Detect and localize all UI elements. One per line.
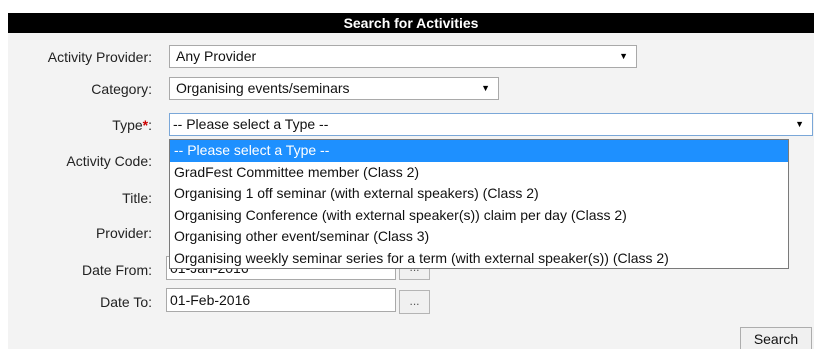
type-label: Type*: bbox=[112, 116, 152, 134]
type-option[interactable]: Organising other event/seminar (Class 3) bbox=[170, 226, 788, 248]
type-dropdown-list[interactable]: -- Please select a Type -- GradFest Comm… bbox=[169, 139, 789, 269]
type-option[interactable]: GradFest Committee member (Class 2) bbox=[170, 162, 788, 184]
activity-code-label: Activity Code: bbox=[66, 153, 152, 169]
search-button[interactable]: Search bbox=[740, 327, 812, 349]
type-option[interactable]: Organising weekly seminar series for a t… bbox=[170, 248, 788, 270]
type-option[interactable]: -- Please select a Type -- bbox=[170, 140, 788, 162]
type-option[interactable]: Organising 1 off seminar (with external … bbox=[170, 183, 788, 205]
type-option[interactable]: Organising Conference (with external spe… bbox=[170, 205, 788, 227]
type-value: -- Please select a Type -- bbox=[173, 116, 329, 132]
activity-provider-select[interactable]: Any Provider ▼ bbox=[169, 45, 637, 68]
category-select[interactable]: Organising events/seminars ▼ bbox=[169, 77, 499, 100]
date-to-label: Date To: bbox=[100, 294, 152, 310]
category-value: Organising events/seminars bbox=[176, 80, 350, 96]
dropdown-arrow-icon: ▼ bbox=[795, 119, 804, 129]
type-label-colon: : bbox=[148, 117, 152, 133]
date-from-label: Date From: bbox=[81, 262, 152, 278]
type-label-text: Type bbox=[112, 117, 143, 133]
provider-text-label: Provider: bbox=[95, 225, 152, 241]
type-select[interactable]: -- Please select a Type -- ▼ bbox=[169, 113, 813, 136]
page-title: Search for Activities bbox=[8, 13, 814, 33]
date-to-picker-button[interactable]: ... bbox=[399, 290, 430, 314]
title-label: Title: bbox=[122, 190, 152, 206]
activity-provider-value: Any Provider bbox=[176, 48, 257, 64]
dropdown-arrow-icon: ▼ bbox=[619, 51, 628, 61]
date-to-input[interactable]: 01-Feb-2016 bbox=[166, 288, 396, 312]
dropdown-arrow-icon: ▼ bbox=[481, 83, 490, 93]
activity-provider-label: Activity Provider: bbox=[47, 49, 152, 65]
category-label: Category: bbox=[91, 81, 152, 97]
